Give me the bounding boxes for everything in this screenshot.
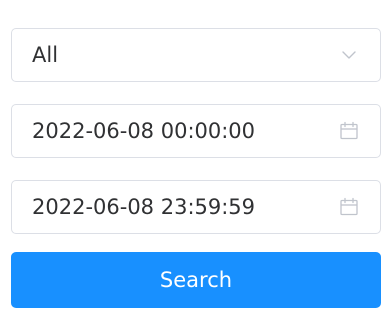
type-select[interactable]: All	[11, 28, 381, 82]
end-time-value: 2022-06-08 23:59:59	[32, 195, 256, 219]
type-select-value: All	[32, 43, 59, 67]
calendar-icon	[338, 196, 360, 218]
chevron-down-icon	[338, 44, 360, 66]
calendar-icon	[338, 120, 360, 142]
start-time-value: 2022-06-08 00:00:00	[32, 119, 256, 143]
search-filter-panel: All 2022-06-08 00:00:00 2022-06-08 23:59…	[0, 0, 386, 328]
search-button[interactable]: Search	[11, 252, 381, 308]
end-time-input[interactable]: 2022-06-08 23:59:59	[11, 180, 381, 234]
start-time-input[interactable]: 2022-06-08 00:00:00	[11, 104, 381, 158]
